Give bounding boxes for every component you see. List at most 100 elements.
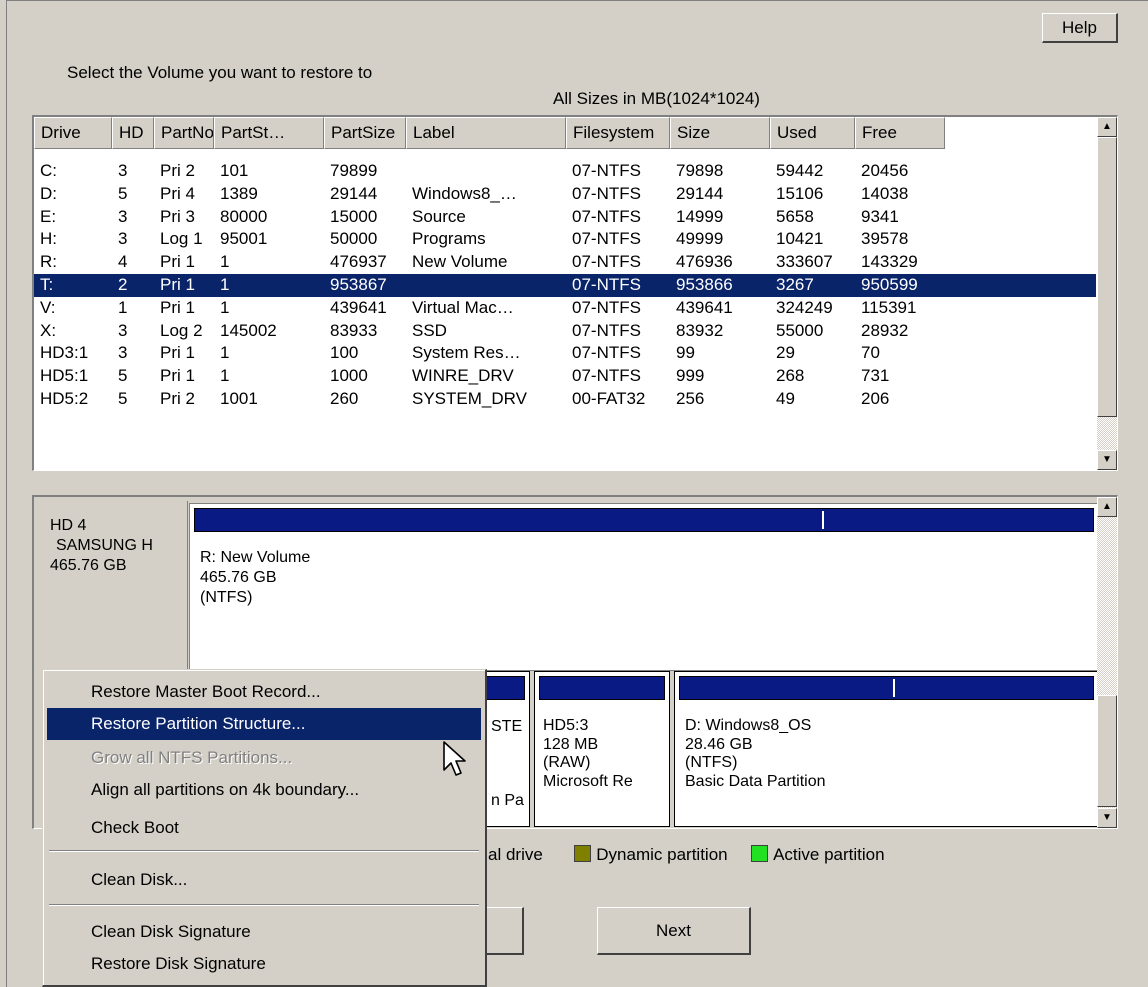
scroll-down-icon[interactable]: ▼ <box>1097 808 1117 828</box>
partition-d-windows8-os[interactable]: D: Windows8_OS 28.46 GB (NTFS) Basic Dat… <box>674 671 1099 827</box>
table-cell: Pri 1 <box>160 297 195 317</box>
table-row[interactable]: HD3:1 3 Pri 1 1 100 System Res… 07-NTFS 99 29 70 <box>34 342 1096 365</box>
column-header-1[interactable]: HD <box>112 117 154 149</box>
column-header-7[interactable]: Size <box>670 117 770 149</box>
table-row[interactable]: X: 3 Log 2 145002 83933 SSD 07-NTFS 83932 55000 2… <box>34 320 1096 343</box>
context-menu[interactable]: Restore Master Boot Record... Restore Pa… <box>42 669 487 987</box>
table-cell: Pri 1 <box>160 274 195 294</box>
table-cell: 99 <box>676 343 695 363</box>
menu-item-clean-disk[interactable]: Clean Disk... <box>47 864 481 896</box>
table-cell: 145002 <box>220 320 277 340</box>
table-cell: 07-NTFS <box>572 229 641 249</box>
table-cell: 49 <box>776 388 795 408</box>
menu-item-restore-disk-signature[interactable]: Restore Disk Signature <box>47 948 481 980</box>
table-cell: 3 <box>118 229 128 249</box>
column-header-6[interactable]: Filesystem <box>566 117 670 149</box>
table-cell: 07-NTFS <box>572 297 641 317</box>
scroll-up-icon[interactable]: ▲ <box>1097 117 1117 137</box>
scroll-down-icon[interactable]: ▼ <box>1097 450 1117 470</box>
table-cell: 29144 <box>330 183 378 203</box>
table-row[interactable]: T: 2 Pri 1 1 953867 07-NTFS 953866 3267 950599 <box>34 273 1096 297</box>
instruction-label: Select the Volume you want to restore to <box>67 63 373 82</box>
table-cell: 3 <box>118 320 128 340</box>
table-cell: 3 <box>118 161 128 180</box>
table-row[interactable]: E: 3 Pri 3 80000 15000 Source 07-NTFS 14999 5658… <box>34 206 1096 229</box>
column-header-2[interactable]: PartNo <box>154 117 214 149</box>
partition-hd5-3-bar <box>539 676 665 700</box>
table-cell: E: <box>40 206 57 226</box>
table-row[interactable]: HD5:2 5 Pri 2 1001 260 SYSTEM_DRV 00-FAT32 256 4… <box>34 388 1096 411</box>
disk-map-scrollbar[interactable]: ▲ ▼ <box>1097 497 1117 828</box>
disk-hd4-model: SAMSUNG H <box>56 537 153 554</box>
table-cell: 07-NTFS <box>572 343 641 363</box>
table-cell: 476936 <box>676 252 733 272</box>
partition-r-usage-bar <box>194 508 1094 532</box>
table-cell: D: <box>40 183 57 203</box>
column-header-0[interactable]: Drive <box>34 117 112 149</box>
disk-hd4-info[interactable]: HD 4 SAMSUNG H 465.76 GB <box>38 501 188 671</box>
partition-r-size: 465.76 GB <box>200 569 277 586</box>
table-cell: 3 <box>118 206 128 226</box>
partition-r-new-volume[interactable]: R: New Volume 465.76 GB (NTFS) <box>189 503 1099 671</box>
column-header-9[interactable]: Free <box>855 117 945 149</box>
table-cell: 260 <box>330 388 359 408</box>
table-cell: 1389 <box>220 183 258 203</box>
table-cell: New Volume <box>412 252 508 272</box>
table-row[interactable]: H: 3 Log 1 95001 50000 Programs 07-NTFS 49999 10… <box>34 228 1096 251</box>
table-cell: 59442 <box>776 161 824 180</box>
window-border-top <box>6 0 1148 1</box>
scroll-thumb[interactable] <box>1097 695 1117 807</box>
column-header-5[interactable]: Label <box>406 117 566 149</box>
table-cell: 143329 <box>861 252 918 272</box>
window-border-left <box>6 0 7 987</box>
disk-hd4-size: 465.76 GB <box>50 557 127 574</box>
table-cell: 9341 <box>861 206 899 226</box>
menu-item-restore-mbr[interactable]: Restore Master Boot Record... <box>47 676 481 708</box>
table-cell: Pri 4 <box>160 183 195 203</box>
table-row[interactable]: R: 4 Pri 1 1 476937 New Volume 07-NTFS 476936 33… <box>34 251 1096 274</box>
help-button[interactable]: Help <box>1042 13 1118 43</box>
next-button[interactable]: Next <box>597 907 751 955</box>
legend-dynamic-partition: Dynamic partition <box>596 845 728 864</box>
table-cell: 1 <box>220 297 230 317</box>
partition-d-title: D: Windows8_OS <box>685 717 812 734</box>
table-cell: 950599 <box>861 274 918 294</box>
legend: al drive Dynamic partition Active partit… <box>488 845 885 865</box>
table-cell: Log 1 <box>160 229 203 249</box>
table-cell: 39578 <box>861 229 909 249</box>
partition-r-title: R: New Volume <box>200 549 311 566</box>
menu-item-align-4k[interactable]: Align all partitions on 4k boundary... <box>47 774 481 806</box>
table-cell: 07-NTFS <box>572 183 641 203</box>
column-header-3[interactable]: PartSt… <box>214 117 324 149</box>
table-cell: 5 <box>118 388 128 408</box>
partition-hd5-3-type: Microsoft Re <box>543 772 633 790</box>
scroll-up-icon[interactable]: ▲ <box>1097 497 1117 517</box>
table-cell: Windows8_… <box>412 183 517 203</box>
table-cell: System Res… <box>412 343 521 363</box>
table-row[interactable]: C: 3 Pri 2 101 79899 07-NTFS 79898 59442 20456 <box>34 160 1096 183</box>
table-cell: WINRE_DRV <box>412 366 514 386</box>
menu-separator <box>49 850 479 852</box>
table-cell: 333607 <box>776 252 833 272</box>
table-row[interactable]: HD5:1 5 Pri 1 1 1000 WINRE_DRV 07-NTFS 999 268 73… <box>34 365 1096 388</box>
table-row[interactable]: V: 1 Pri 1 1 439641 Virtual Mac… 07-NTFS 439641… <box>34 297 1096 320</box>
menu-item-check-boot[interactable]: Check Boot <box>47 812 481 844</box>
table-cell: V: <box>40 297 56 317</box>
partition-hd5-3[interactable]: HD5:3 128 MB (RAW) Microsoft Re <box>534 671 670 827</box>
table-cell: 101 <box>220 161 249 180</box>
menu-item-restore-partition-structure[interactable]: Restore Partition Structure... <box>47 708 481 740</box>
scroll-thumb[interactable] <box>1097 137 1117 417</box>
volume-list[interactable]: Drive HD PartNo PartSt… PartSize Label Filesys… <box>32 115 1118 471</box>
column-header-4[interactable]: PartSize <box>324 117 406 149</box>
table-cell: 256 <box>676 388 705 408</box>
table-cell: 07-NTFS <box>572 274 641 294</box>
table-cell: 3 <box>118 343 128 363</box>
table-cell: 79898 <box>676 161 724 180</box>
volume-list-scrollbar[interactable]: ▲ ▼ <box>1097 117 1117 470</box>
table-cell: Pri 2 <box>160 161 195 180</box>
column-header-8[interactable]: Used <box>770 117 855 149</box>
partition-hd5-partial-line1: STE <box>491 718 523 735</box>
volume-list-header: Drive HD PartNo PartSt… PartSize Label Filesys… <box>34 117 1098 149</box>
menu-item-clean-disk-signature[interactable]: Clean Disk Signature <box>47 916 481 948</box>
table-row[interactable]: D: 5 Pri 4 1389 29144 Windows8_… 07-NTFS 29144 1… <box>34 183 1096 206</box>
